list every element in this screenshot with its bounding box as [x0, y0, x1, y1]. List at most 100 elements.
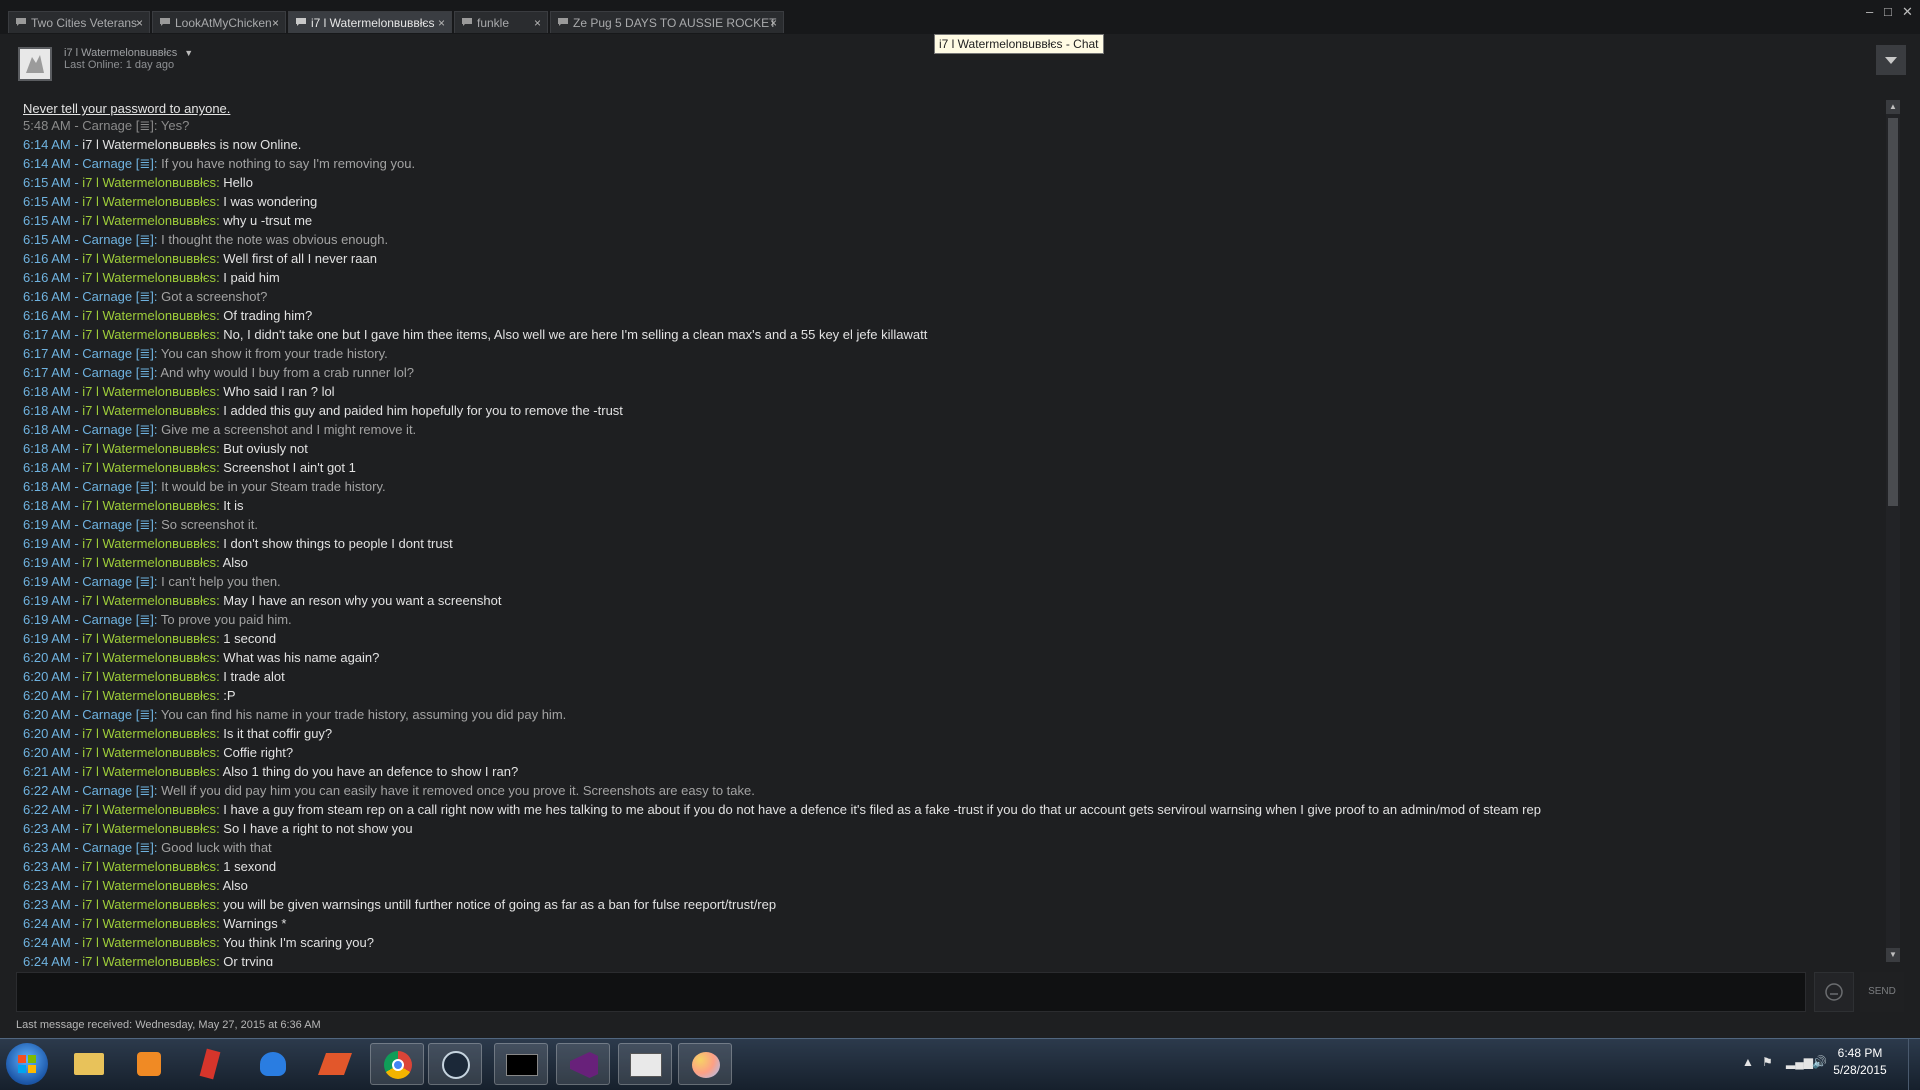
scroll-down-icon[interactable]: ▼ — [1886, 948, 1900, 962]
message-text: You can find his name in your trade hist… — [160, 707, 567, 722]
tab-funkle[interactable]: funkle × — [454, 11, 548, 33]
message-text: Hello — [223, 175, 253, 190]
chat-message: 6:24 AM - i7 l Watermelonвuввłєs: Or try… — [23, 954, 273, 966]
file-explorer-icon[interactable] — [62, 1043, 116, 1085]
scrollbar-thumb[interactable] — [1888, 118, 1898, 506]
message-sender: Carnage [≣] — [82, 612, 154, 627]
chat-message: 6:19 AM - i7 l Watermelonвuввłєs: I don'… — [23, 536, 453, 551]
network-icon[interactable]: ▂▄▆ — [1786, 1055, 1813, 1069]
message-text: 1 second — [223, 631, 277, 646]
app-orange-icon[interactable] — [308, 1043, 362, 1085]
message-time: 6:23 AM — [23, 840, 71, 855]
steam-icon[interactable] — [428, 1043, 482, 1085]
show-desktop-button[interactable] — [1908, 1039, 1920, 1090]
message-text: Of trading him? — [223, 308, 313, 323]
message-sender: Carnage [≣] — [82, 289, 154, 304]
tab-lookatmychicken[interactable]: LookAtMyChicken × — [152, 11, 286, 33]
message-text: To prove you paid him. — [160, 612, 292, 627]
message-text: I thought the note was obvious enough. — [161, 232, 389, 247]
message-sender: i7 l Watermelonвuввłєs — [82, 270, 217, 285]
message-sender: i7 l Watermelonвuввłєs — [82, 213, 217, 228]
chat-message: 6:20 AM - i7 l Watermelonвuввłєs: Coffie… — [23, 745, 294, 760]
minimize-button[interactable]: – — [1866, 4, 1873, 19]
chat-message: 6:14 AM - i7 l Watermelonвuввłєs is now … — [23, 137, 302, 152]
message-sender: Carnage [≣] — [82, 422, 154, 437]
message-time: 6:23 AM — [23, 878, 71, 893]
message-text: I paid him — [223, 270, 280, 285]
message-sender: i7 l Watermelonвuввłєs — [82, 688, 217, 703]
malwarebytes-icon[interactable] — [246, 1043, 300, 1085]
message-input[interactable] — [16, 972, 1806, 1012]
chat-message: 6:20 AM - Carnage [≣]: You can find his … — [23, 707, 567, 722]
close-button[interactable]: ✕ — [1902, 4, 1913, 20]
message-time: 6:16 AM — [23, 289, 71, 304]
tab-label: i7 l Watermelonвuввłєs — [311, 16, 435, 30]
windows-logo-icon — [18, 1055, 36, 1073]
message-time: 6:24 AM — [23, 954, 71, 966]
options-button[interactable] — [1876, 45, 1906, 75]
chat-message: 6:21 AM - i7 l Watermelonвuввłєs: Also 1… — [23, 764, 519, 779]
message-time: 6:20 AM — [23, 669, 71, 684]
app-red-icon[interactable] — [184, 1043, 238, 1085]
visual-studio-icon[interactable] — [556, 1043, 610, 1085]
chat-message: 6:17 AM - Carnage [≣]: And why would I b… — [23, 365, 415, 380]
close-icon[interactable]: × — [438, 12, 445, 33]
system-clock[interactable]: 6:48 PM 5/28/2015 — [1820, 1045, 1900, 1079]
emoticon-button[interactable] — [1814, 972, 1854, 1012]
message-text: Or trying — [223, 954, 274, 966]
message-text: I don't show things to people I dont tru… — [223, 536, 453, 551]
dropdown-arrow-icon[interactable]: ▼ — [184, 48, 193, 58]
message-text: :P — [223, 688, 236, 703]
avatar[interactable] — [18, 47, 52, 81]
paint-icon[interactable] — [678, 1043, 732, 1085]
app-window-icon[interactable] — [618, 1043, 672, 1085]
close-icon[interactable]: × — [770, 12, 777, 33]
maximize-button[interactable]: □ — [1884, 4, 1892, 19]
tab-two-cities-veterans[interactable]: Two Cities Veterans × — [8, 11, 150, 33]
send-button[interactable]: SEND — [1860, 972, 1904, 1012]
close-icon[interactable]: × — [136, 12, 143, 33]
message-sender: i7 l Watermelonвuввłєs — [82, 859, 217, 874]
message-time: 6:20 AM — [23, 745, 71, 760]
message-sender: i7 l Watermelonвuввłєs — [82, 726, 217, 741]
message-sender: i7 l Watermelonвuввłєs — [82, 498, 217, 513]
message-time: 6:15 AM — [23, 175, 71, 190]
chat-bubble-icon — [16, 18, 26, 26]
message-sender: Carnage [≣] — [82, 479, 154, 494]
message-text: So screenshot it. — [161, 517, 258, 532]
chat-message: 6:16 AM - i7 l Watermelonвuввłєs: Of tra… — [23, 308, 313, 323]
message-time: 6:20 AM — [23, 707, 71, 722]
chat-message: 6:17 AM - Carnage [≣]: You can show it f… — [23, 346, 388, 361]
chat-message: 6:14 AM - Carnage [≣]: If you have nothi… — [23, 156, 416, 171]
friend-name[interactable]: i7 l Watermelonвuввłєs ▼ — [64, 47, 193, 59]
cmd-icon[interactable] — [494, 1043, 548, 1085]
message-sender: Carnage [≣] — [82, 118, 154, 133]
message-time: 6:23 AM — [23, 897, 71, 912]
message-text: Also — [222, 555, 248, 570]
chat-log[interactable]: Never tell your password to anyone. 5:48… — [14, 98, 1882, 966]
message-time: 6:18 AM — [23, 441, 71, 456]
message-time: 6:19 AM — [23, 631, 71, 646]
message-sender: i7 l Watermelonвuввłєs — [82, 764, 217, 779]
chat-bubble-icon — [296, 18, 306, 26]
message-time: 6:22 AM — [23, 783, 71, 798]
media-player-icon[interactable] — [122, 1043, 176, 1085]
message-sender: Carnage [≣] — [82, 840, 154, 855]
chat-message: 6:20 AM - i7 l Watermelonвuввłєs: :P — [23, 688, 236, 703]
message-text: Got a screenshot? — [161, 289, 268, 304]
tab-ze-pug[interactable]: Ze Pug 5 DAYS TO AUSSIE ROCKET × — [550, 11, 784, 33]
chrome-icon[interactable] — [370, 1043, 424, 1085]
close-icon[interactable]: × — [272, 12, 279, 33]
scroll-up-icon[interactable]: ▲ — [1886, 100, 1900, 114]
close-icon[interactable]: × — [534, 12, 541, 33]
chat-scrollbar[interactable]: ▲ ▼ — [1886, 100, 1900, 962]
chat-message: 6:19 AM - Carnage [≣]: So screenshot it. — [23, 517, 258, 532]
show-hidden-icons-icon[interactable]: ▲ — [1742, 1055, 1754, 1069]
start-button[interactable] — [6, 1043, 48, 1085]
message-time: 6:24 AM — [23, 935, 71, 950]
tab-watermelon[interactable]: i7 l Watermelonвuввłєs × — [288, 11, 452, 33]
message-text: So I have a right to not show you — [223, 821, 413, 836]
tab-label: Ze Pug 5 DAYS TO AUSSIE ROCKET — [573, 16, 777, 30]
action-center-flag-icon[interactable]: ⚑ — [1762, 1055, 1773, 1069]
message-time: 6:19 AM — [23, 574, 71, 589]
